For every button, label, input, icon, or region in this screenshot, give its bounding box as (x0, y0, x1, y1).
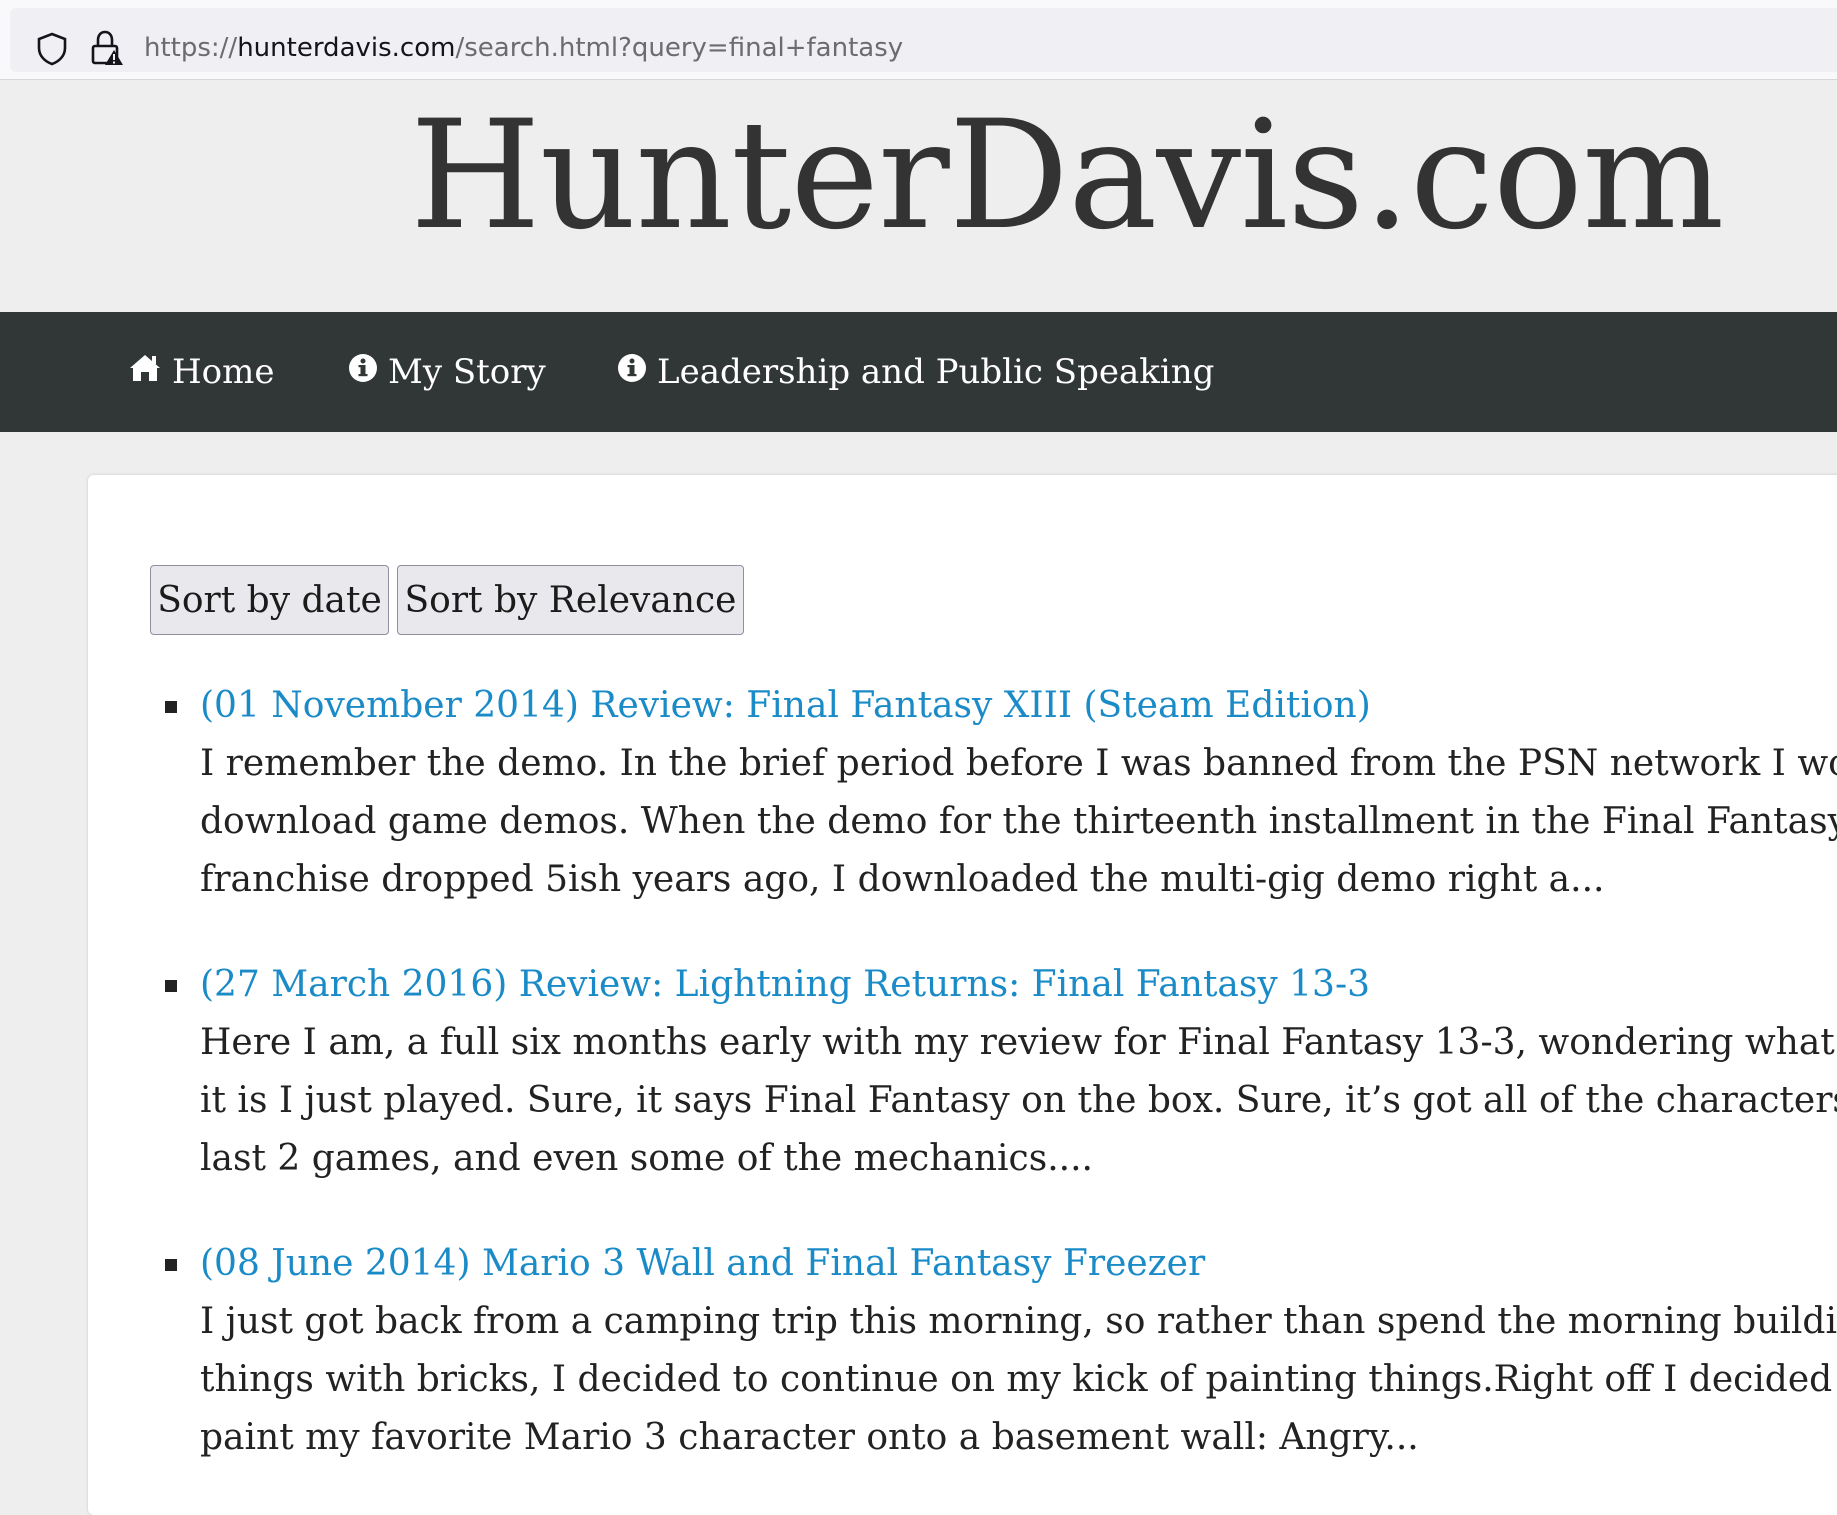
nav-my-story[interactable]: My Story (348, 312, 546, 432)
info-icon (348, 352, 388, 392)
nav-home-label: Home (172, 352, 275, 392)
site-title[interactable]: HunterDavis.com (410, 96, 1724, 256)
result-snippet: I just got back from a camping trip this… (200, 1293, 1837, 1467)
nav-my-story-label: My Story (388, 352, 546, 392)
sort-by-relevance-button[interactable]: Sort by Relevance (397, 565, 744, 635)
snippet-line: last 2 games, and even some of the mecha… (200, 1138, 1093, 1179)
result-snippet: Here I am, a full six months early with … (200, 1014, 1837, 1188)
snippet-line: things with bricks, I decided to continu… (200, 1359, 1837, 1400)
bullet-icon (165, 701, 177, 713)
snippet-line: it is I just played. Sure, it says Final… (200, 1080, 1837, 1121)
result-title-link[interactable]: (01 November 2014) Review: Final Fantasy… (200, 677, 1371, 735)
lock-warning-icon[interactable] (90, 30, 124, 66)
home-icon (128, 352, 172, 392)
info-icon (617, 352, 657, 392)
url-field[interactable]: https://hunterdavis.com/search.html?quer… (10, 8, 1837, 72)
snippet-line: paint my favorite Mario 3 character onto… (200, 1417, 1419, 1458)
url-domain: hunterdavis.com (237, 33, 456, 63)
bullet-icon (165, 980, 177, 992)
snippet-line: Here I am, a full six months early with … (200, 1022, 1837, 1063)
nav-leadership[interactable]: Leadership and Public Speaking (617, 312, 1214, 432)
snippet-line: franchise dropped 5ish years ago, I down… (200, 859, 1605, 900)
snippet-line: I remember the demo. In the brief period… (200, 743, 1837, 784)
sort-by-date-button[interactable]: Sort by date (150, 565, 389, 635)
nav-home[interactable]: Home (128, 312, 274, 432)
url-scheme: https:// (144, 33, 238, 63)
url-path: /search.html?query=final+fantasy (455, 33, 904, 63)
result-title-link[interactable]: (27 March 2016) Review: Lightning Return… (200, 956, 1370, 1014)
bullet-icon (165, 1259, 177, 1271)
browser-address-bar: https://hunterdavis.com/search.html?quer… (0, 0, 1837, 80)
snippet-line: download game demos. When the demo for t… (200, 801, 1837, 842)
shield-icon[interactable] (36, 32, 68, 66)
result-snippet: I remember the demo. In the brief period… (200, 735, 1837, 909)
result-title-link[interactable]: (08 June 2014) Mario 3 Wall and Final Fa… (200, 1235, 1205, 1293)
url-text[interactable]: https://hunterdavis.com/search.html?quer… (144, 28, 903, 68)
snippet-line: I just got back from a camping trip this… (200, 1301, 1837, 1342)
main-navbar: Home My Story Leadership and Public Spea… (0, 312, 1837, 432)
nav-leadership-label: Leadership and Public Speaking (657, 352, 1215, 392)
